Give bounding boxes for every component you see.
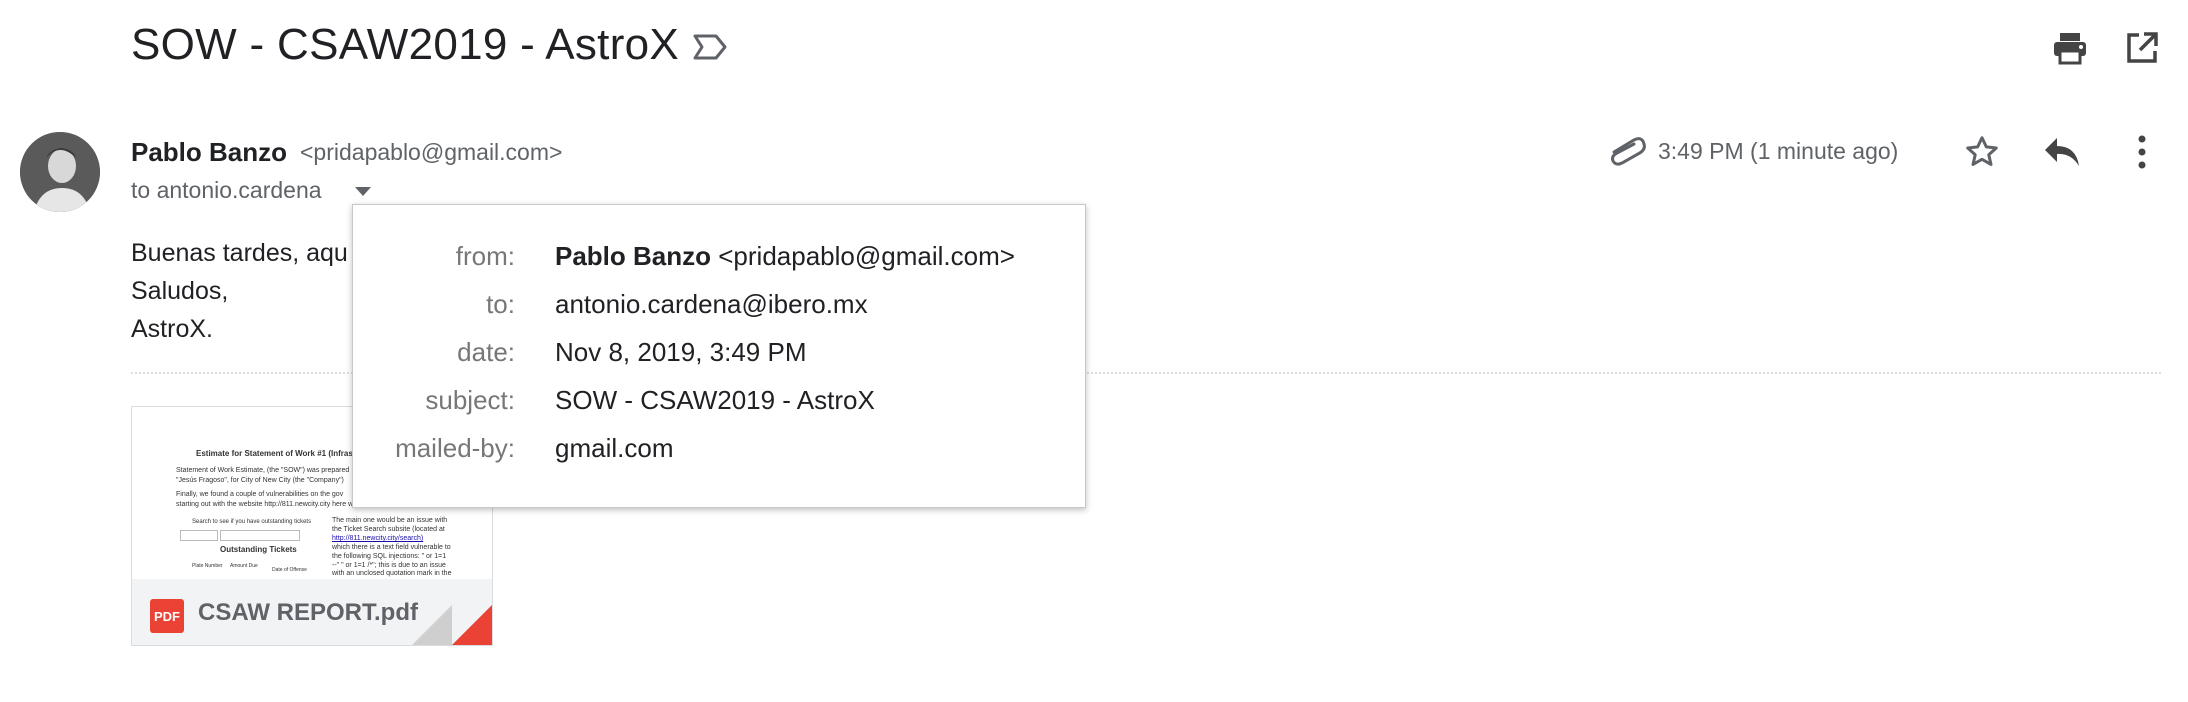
body-line: Saludos, [131,277,229,305]
preview-text: starting out with the website http://811… [176,501,354,508]
preview-text: The main one would be an issue with [332,517,448,524]
paperclip-icon [1608,134,1648,166]
more-vert-icon[interactable] [2118,128,2166,176]
attachment-filename: CSAW REPORT.pdf [198,599,418,626]
sender-name: Pablo Banzo [131,137,288,167]
preview-title: Estimate for Statement of Work #1 (Infra… [196,449,376,458]
body-line: AstroX. [131,315,213,343]
preview-text: Search to see if you have outstanding ti… [192,519,312,525]
preview-field [180,530,218,541]
details-date-label: date: [457,337,515,367]
preview-text: Finally, we found a couple of vulnerabil… [176,491,344,498]
corner-fold-icon [452,605,492,645]
details-subject-row: subject: SOW - CSAW2019 - AstroX [353,385,1085,425]
body-line: Buenas tardes, aqu [131,239,348,267]
label-icon[interactable] [692,32,728,62]
details-date-row: date: Nov 8, 2019, 3:49 PM [353,337,1085,377]
preview-title: Outstanding Tickets [220,545,297,554]
preview-text: "Jesús Fragoso", for City of New City (t… [176,477,344,484]
preview-text: the following SQL injections: " or 1=1 [332,553,447,560]
preview-text: Plate Number [192,563,223,569]
recipient-line: to antonio.cardena [131,177,322,203]
preview-text: Date of Offense [272,567,307,573]
pdf-icon: PDF [150,599,184,633]
caret-down-icon[interactable] [355,187,371,196]
preview-field [220,530,300,541]
open-in-new-icon[interactable] [2118,24,2166,72]
details-to-row: to: antonio.cardena@ibero.mx [353,289,1085,329]
details-from-value: Pablo Banzo <pridapablo@gmail.com> [555,241,1015,272]
email-subject: SOW - CSAW2019 - AstroX [131,20,680,69]
preview-text: Statement of Work Estimate, (the "SOW") … [176,467,350,474]
details-from-label: from: [455,241,515,271]
preview-text: Amount Due [230,563,258,569]
star-icon[interactable] [1958,128,2006,176]
details-from-email: <pridapablo@gmail.com> [718,241,1015,271]
avatar[interactable] [20,132,100,212]
message-details-popup: from: Pablo Banzo <pridapablo@gmail.com>… [352,204,1086,508]
preview-link: http://811.newcity.city/search) [332,535,424,542]
preview-text: --" " or 1=1 /*"; this is due to an issu… [332,562,446,569]
details-mailedby-row: mailed-by: gmail.com [353,433,1085,473]
preview-text: with an unclosed quotation mark in the [332,570,452,577]
details-subject-label: subject: [425,385,515,415]
email-body: Buenas tardes, aqu Saludos, AstroX. [131,234,348,348]
details-mailedby-label: mailed-by: [395,433,515,463]
details-mailedby-value: gmail.com [555,433,674,463]
email-time: 3:49 PM (1 minute ago) [1658,138,1899,164]
preview-text: which there is a text field vulnerable t… [332,544,451,551]
details-to-value: antonio.cardena@ibero.mx [555,289,868,319]
sender-email: <pridapablo@gmail.com> [300,139,563,165]
details-date-value: Nov 8, 2019, 3:49 PM [555,337,807,367]
preview-text: the Ticket Search subsite (located at [332,526,445,533]
print-icon[interactable] [2046,24,2094,72]
details-subject-value: SOW - CSAW2019 - AstroX [555,385,875,415]
reply-icon[interactable] [2038,128,2086,176]
corner-shadow [412,605,452,645]
details-to-label: to: [486,289,515,319]
details-from-row: from: Pablo Banzo <pridapablo@gmail.com> [353,241,1085,281]
details-from-name: Pablo Banzo [555,241,712,271]
